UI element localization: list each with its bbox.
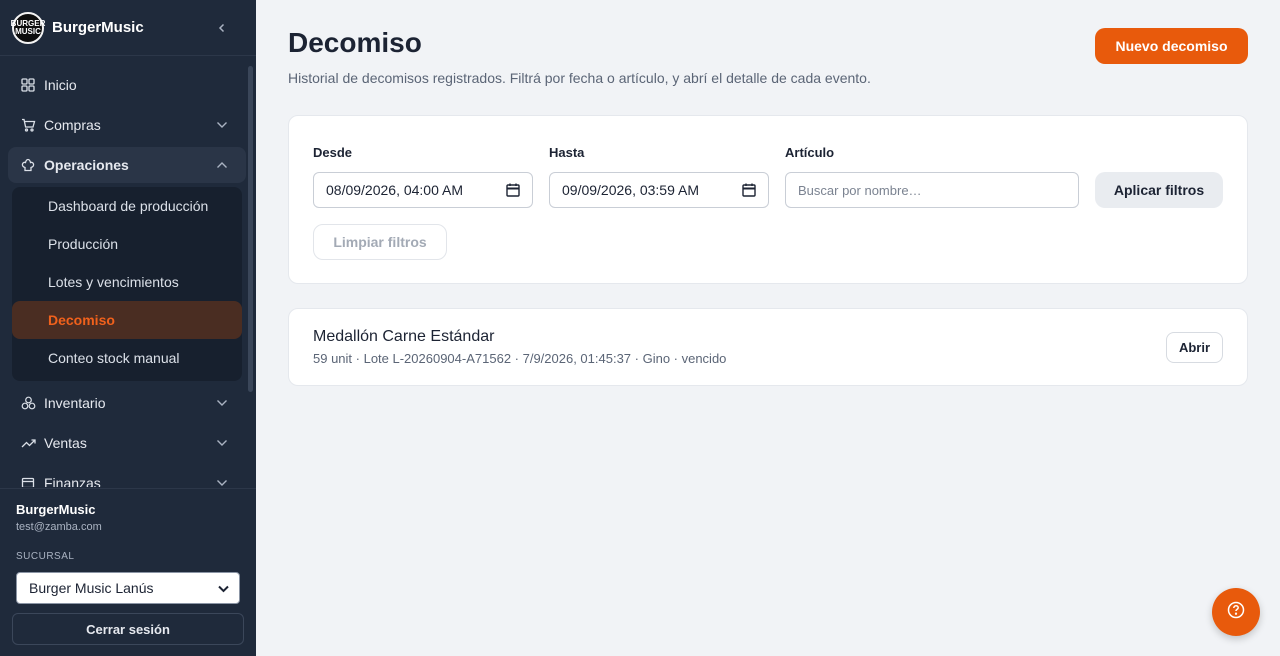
chevron-down-icon	[214, 475, 230, 487]
article-search-placeholder: Buscar por nombre…	[798, 182, 922, 198]
user-email: test@zamba.com	[16, 521, 102, 533]
calendar-icon[interactable]	[506, 183, 520, 197]
event-meta: 59 unit · Lote L-20260904-A71562 · 7/9/2…	[313, 351, 727, 366]
sidebar-item-label: Compras	[44, 117, 101, 133]
subitem-label: Decomiso	[48, 312, 115, 328]
to-label: Hasta	[549, 145, 585, 160]
branch-select[interactable]: Burger Music Lanús	[16, 572, 240, 604]
org-name: BurgerMusic	[16, 502, 96, 517]
article-search-input[interactable]: Buscar por nombre…	[785, 172, 1079, 208]
sidebar-item-label: Ventas	[44, 435, 87, 451]
chevron-up-icon	[214, 157, 230, 173]
sidebar-item-inicio[interactable]: Inicio	[8, 67, 246, 103]
filters-card: Desde 08/09/2026, 04:00 AM Hasta 09/09/2…	[288, 115, 1248, 284]
chevron-down-icon	[214, 117, 230, 133]
sidebar-footer: BurgerMusic test@zamba.com SUCURSAL Burg…	[0, 488, 256, 656]
brand-name: BurgerMusic	[52, 19, 144, 36]
sidebar-item-compras[interactable]: Compras	[8, 107, 246, 143]
from-date-input[interactable]: 08/09/2026, 04:00 AM	[313, 172, 533, 208]
apply-filters-button[interactable]: Aplicar filtros	[1095, 172, 1223, 208]
page-subtitle: Historial de decomisos registrados. Filt…	[288, 70, 871, 86]
sidebar-scrollbar[interactable]	[248, 66, 253, 392]
event-article-name: Medallón Carne Estándar	[313, 328, 495, 345]
subitem-label: Dashboard de producción	[48, 198, 209, 214]
clear-filters-button[interactable]: Limpiar filtros	[313, 224, 447, 260]
brand-header: BURGER MUSIC BurgerMusic	[0, 0, 256, 56]
subitem-label: Producción	[48, 236, 119, 252]
from-label: Desde	[313, 145, 353, 160]
sidebar: BURGER MUSIC BurgerMusic Inicio Compras	[0, 0, 256, 656]
from-date-value: 08/09/2026, 04:00 AM	[326, 182, 463, 198]
sidebar-item-ventas[interactable]: Ventas	[8, 425, 246, 461]
grid-icon	[20, 77, 36, 93]
brand-logo[interactable]: BURGER MUSIC	[10, 11, 46, 44]
sidebar-item-label: Operaciones	[44, 157, 129, 173]
new-decomiso-button[interactable]: Nuevo decomiso	[1095, 28, 1248, 64]
logo-text: BURGER MUSIC	[10, 18, 46, 36]
sidebar-nav: Inicio Compras Operaciones Dashboard de …	[8, 67, 246, 487]
help-circle-icon	[1227, 601, 1245, 624]
wallet-icon	[20, 475, 36, 487]
calendar-icon[interactable]	[742, 183, 756, 197]
sidebar-subitem-dashboard[interactable]: Dashboard de producción	[12, 187, 242, 225]
sidebar-subitem-produccion[interactable]: Producción	[12, 225, 242, 263]
list-item: Medallón Carne Estándar 59 unit · Lote L…	[288, 308, 1248, 386]
to-date-value: 09/09/2026, 03:59 AM	[562, 182, 699, 198]
boxes-icon	[20, 395, 36, 411]
subitem-label: Conteo stock manual	[48, 350, 180, 366]
sidebar-item-inventario[interactable]: Inventario	[8, 385, 246, 421]
chef-hat-icon	[20, 157, 36, 173]
sidebar-item-label: Finanzas	[44, 475, 101, 487]
sidebar-subitem-conteo[interactable]: Conteo stock manual	[12, 339, 242, 377]
to-date-input[interactable]: 09/09/2026, 03:59 AM	[549, 172, 769, 208]
help-button[interactable]	[1212, 588, 1260, 636]
sidebar-item-label: Inventario	[44, 395, 106, 411]
sidebar-subitem-decomiso[interactable]: Decomiso	[12, 301, 242, 339]
chevron-down-icon	[218, 580, 229, 596]
sidebar-item-finanzas[interactable]: Finanzas	[8, 465, 246, 487]
chevron-down-icon	[214, 435, 230, 451]
cart-icon	[20, 117, 36, 133]
chevron-down-icon	[214, 395, 230, 411]
collapse-sidebar-icon[interactable]	[212, 18, 232, 38]
open-event-button[interactable]: Abrir	[1166, 332, 1223, 363]
main-content: Decomiso Historial de decomisos registra…	[256, 0, 1280, 656]
logout-button[interactable]: Cerrar sesión	[12, 613, 244, 645]
operaciones-submenu: Dashboard de producción Producción Lotes…	[12, 187, 242, 381]
article-label: Artículo	[785, 145, 835, 160]
branch-select-value: Burger Music Lanús	[29, 580, 154, 596]
page-title: Decomiso	[288, 27, 422, 58]
trending-up-icon	[20, 435, 36, 451]
branch-label: SUCURSAL	[16, 551, 75, 562]
subitem-label: Lotes y vencimientos	[48, 274, 179, 290]
sidebar-item-operaciones[interactable]: Operaciones	[8, 147, 246, 183]
sidebar-item-label: Inicio	[44, 77, 77, 93]
sidebar-subitem-lotes[interactable]: Lotes y vencimientos	[12, 263, 242, 301]
